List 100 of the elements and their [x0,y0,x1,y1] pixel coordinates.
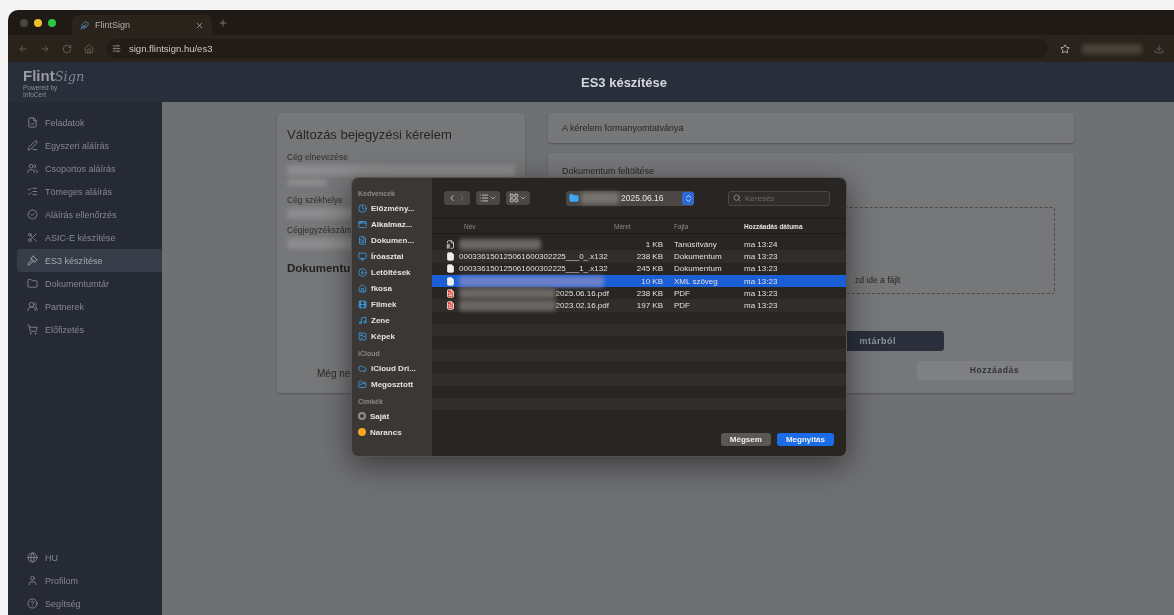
file-row[interactable]: 1 KB Tanúsítvány ma 13:24 [432,238,846,251]
shared-folder-icon [358,379,367,389]
apps-icon [358,219,367,229]
grid-view-button[interactable] [506,191,530,205]
help-icon [27,598,38,609]
empty-text: Még ne [317,368,351,379]
file-size: 245 KB [635,264,664,274]
list-view-button[interactable] [476,191,500,205]
forward-icon[interactable] [40,43,50,54]
path-popup[interactable]: 2025.06.16 [566,190,694,206]
sidebar-item[interactable]: ES3 készítése [17,249,162,272]
file-row[interactable]: 2025.06.16.pdf 238 KB PDF ma 13:23 [432,287,846,300]
sidebar-location[interactable]: Előzmény... [358,200,432,216]
sidebar-location[interactable]: Zene [358,312,432,328]
field-label: Cég székhelye [287,194,343,205]
sidebar-location[interactable]: Íróasztal [358,248,432,264]
file-size: 1 KB [644,239,664,249]
minimize-window-button[interactable] [34,18,42,27]
cart-icon [27,324,38,335]
download-icon[interactable] [1154,43,1164,54]
open-button[interactable]: Megnyitás [776,432,834,446]
badge-check-icon [27,209,38,220]
file-type: Dokumentum [673,251,723,261]
document-file-icon [446,251,455,261]
file-date: ma 13:23 [743,301,779,311]
close-window-button[interactable] [20,18,28,27]
sidebar-location[interactable]: fkosa [358,280,432,296]
monitor-icon [358,251,367,261]
reload-icon[interactable] [62,43,72,54]
file-row[interactable]: 10 KB XML szöveg ma 13:23 [432,274,846,288]
field-label: Cégjegyzékszám [287,224,352,235]
address-bar[interactable]: sign.flintsign.hu/es3 [106,39,1048,58]
home-icon[interactable] [84,43,94,54]
file-type: PDF [673,288,691,298]
folder-icon [569,193,579,203]
caret-icon [489,194,497,202]
document-file-icon [446,264,455,274]
sidebar-location[interactable]: Alkalmaz... [358,216,432,232]
section-heading: Dokumentu [287,262,351,274]
grid-icon [509,193,519,203]
field-label: Cég elnevezése [287,152,348,162]
film-icon [358,299,367,309]
file-check-icon [27,117,38,128]
caret-icon [519,194,527,202]
bookmark-star-icon[interactable] [1060,43,1070,54]
checklist-icon [27,186,38,197]
home-icon [358,283,367,293]
sidebar-location[interactable]: Dokumen... [358,232,432,248]
back-forward-button[interactable] [444,191,470,205]
file-row[interactable]: 000336150125061600302225___0_.x132 238 KB Dokumentum ma 13:23 [432,250,846,263]
list-icon [479,193,489,203]
card-title: A kérelem formanyomtatványa [562,123,684,133]
file-date: ma 13:23 [743,288,779,298]
image-icon [358,331,367,341]
file-name: 000336150125061600302225___0_.x132 [459,251,608,261]
sidebar-location[interactable]: iCloud Dri... [358,360,432,376]
chevron-left-icon [447,193,457,203]
back-icon[interactable] [18,43,28,54]
users-icon [27,163,38,174]
file-type: Dokumentum [673,264,723,274]
redacted-path [581,192,619,204]
document-icon [358,235,367,245]
pen-icon [27,140,38,151]
document-file-icon [446,276,455,286]
redacted-toolbar-area [1082,43,1142,54]
scissors-icon [27,232,38,243]
sidebar-location[interactable]: Saját [358,408,432,424]
sidebar-location[interactable]: Megosztott [358,376,432,392]
sidebar-location[interactable]: Filmek [358,296,432,312]
gavel-icon [27,255,38,266]
page-title: ES3 készítése [580,74,668,90]
cancel-button[interactable]: Mégsem [720,432,771,446]
updown-icon[interactable] [682,191,694,205]
sidebar-location[interactable]: Képek [358,328,432,344]
file-name: 2025.06.16.pdf [555,288,609,298]
sidebar-location[interactable]: Letöltések [358,264,432,280]
new-tab-icon[interactable] [218,17,228,28]
close-icon[interactable] [195,20,204,30]
file-size: 238 KB [635,288,664,298]
feather-icon [80,20,89,30]
form-title: Változás bejegyzési kérelem [287,127,453,142]
search-icon [733,194,741,202]
globe-icon [27,552,38,563]
cloud-icon [358,363,367,373]
site-settings-icon [112,44,121,53]
file-size: 238 KB [635,251,664,261]
file-name: 000336150125061600302225___1_.x132 [459,264,608,274]
browser-tab[interactable]: FlintSign [72,15,212,35]
certificate-file-icon [446,239,455,249]
file-date: ma 13:23 [743,251,779,261]
pdf-file-icon [446,288,455,298]
sidebar-location[interactable]: Narancs [358,424,432,440]
zoom-window-button[interactable] [48,18,56,27]
file-row[interactable]: 000336150125061600302225___1_.x132 245 KB Dokumentum ma 13:23 [432,262,846,275]
file-row[interactable]: 2023.02.16.pdf 197 KB PDF ma 13:23 [432,299,846,312]
download-icon [358,267,367,277]
music-icon [358,315,367,325]
file-size: 197 KB [635,301,664,311]
folder-icon [27,278,38,289]
file-name: 2023.02.16.pdf [555,301,609,311]
